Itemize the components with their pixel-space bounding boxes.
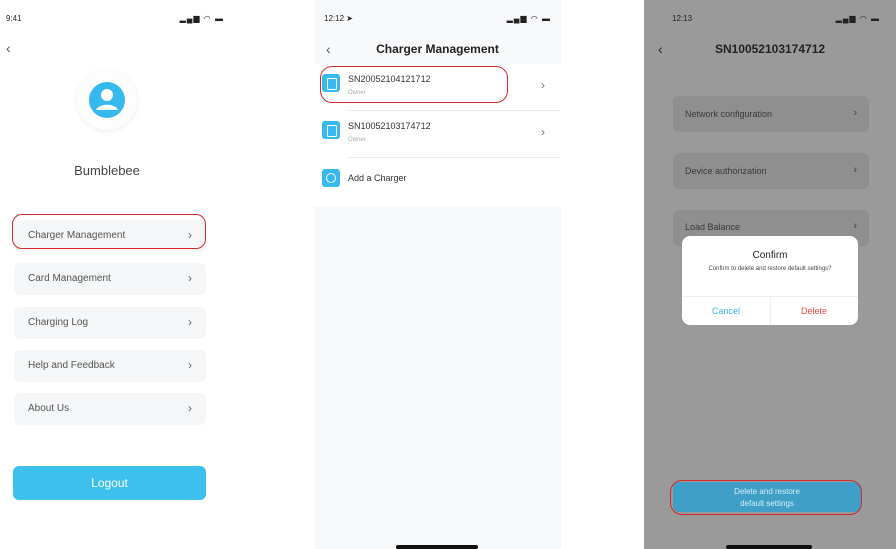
status-bar: 9:41 ▂▄▆ ◠ ▬ xyxy=(0,14,232,26)
menu-item-label: Card Management xyxy=(28,273,111,284)
charger-serial: SN10052103174712 xyxy=(348,121,431,131)
status-time: 12:13 xyxy=(672,14,693,23)
chevron-right-icon: › xyxy=(853,164,857,176)
add-charger-row[interactable]: Add a Charger xyxy=(314,160,561,206)
status-bar: 12:13 ▂▄▆ ◠ ▬ xyxy=(644,14,896,26)
highlight-ring-charger-management xyxy=(12,214,206,249)
add-charger-label: Add a Charger xyxy=(348,173,407,183)
status-icons: ▂▄▆ ◠ ▬ xyxy=(506,14,551,23)
chevron-right-icon: › xyxy=(188,271,192,285)
option-network-configuration[interactable]: Network configuration › xyxy=(673,96,869,132)
username: Bumblebee xyxy=(74,163,140,178)
home-indicator xyxy=(396,545,478,549)
charger-role: Owner xyxy=(348,137,366,143)
page-title: Charger Management xyxy=(376,42,499,56)
highlight-ring-charger-1 xyxy=(320,66,508,103)
menu-item-label: Charging Log xyxy=(28,317,89,328)
home-indicator xyxy=(726,545,812,549)
option-device-authorization[interactable]: Device authorization › xyxy=(673,153,869,189)
dialog-message: Confirm to delete and restore default se… xyxy=(708,266,832,272)
menu-item-label: Help and Feedback xyxy=(28,360,115,371)
chevron-right-icon: › xyxy=(188,315,192,329)
highlight-ring-restore xyxy=(670,480,862,515)
option-label: Network configuration xyxy=(685,109,773,119)
chevron-right-icon: › xyxy=(853,220,857,232)
menu-item-about-us[interactable]: About Us › xyxy=(14,393,206,425)
chevron-right-icon: › xyxy=(541,78,545,92)
option-label: Device authorization xyxy=(685,166,767,176)
charger-row-2[interactable]: SN10052103174712 Owner › xyxy=(314,111,561,157)
charger-icon xyxy=(322,121,340,139)
charger-detail-screen: 12:13 ▂▄▆ ◠ ▬ ‹ SN10052103174712 Network… xyxy=(644,0,896,549)
status-time: 9:41 xyxy=(6,14,22,23)
menu-item-charging-log[interactable]: Charging Log › xyxy=(14,307,206,339)
menu-item-label: About Us xyxy=(28,403,70,414)
profile-screen: 9:41 ▂▄▆ ◠ ▬ ‹ Bumblebee Charger Managem… xyxy=(0,0,232,549)
status-icons: ▂▄▆ ◠ ▬ xyxy=(835,14,880,23)
menu-item-card-management[interactable]: Card Management › xyxy=(14,263,206,295)
chevron-right-icon: › xyxy=(188,358,192,372)
chevron-right-icon: › xyxy=(853,107,857,119)
delete-button[interactable]: Delete xyxy=(770,306,858,316)
status-icons: ▂▄▆ ◠ ▬ xyxy=(179,14,224,23)
menu-item-help-feedback[interactable]: Help and Feedback › xyxy=(14,350,206,382)
status-time: 12:12 ➤ xyxy=(324,14,353,23)
logout-button[interactable]: Logout xyxy=(13,466,206,500)
user-icon xyxy=(89,82,125,118)
avatar[interactable] xyxy=(77,70,137,130)
add-icon xyxy=(322,169,340,187)
chevron-right-icon: › xyxy=(541,125,545,139)
divider xyxy=(348,157,561,158)
dialog-title: Confirm xyxy=(752,250,788,261)
confirm-dialog: Confirm Confirm to delete and restore de… xyxy=(682,236,858,325)
back-icon[interactable]: ‹ xyxy=(6,40,11,56)
status-bar: 12:12 ➤ ▂▄▆ ◠ ▬ xyxy=(314,14,561,26)
cancel-button[interactable]: Cancel xyxy=(682,306,770,316)
option-label: Load Balance xyxy=(685,222,741,232)
chevron-right-icon: › xyxy=(188,401,192,415)
page-title: SN10052103174712 xyxy=(714,42,826,56)
